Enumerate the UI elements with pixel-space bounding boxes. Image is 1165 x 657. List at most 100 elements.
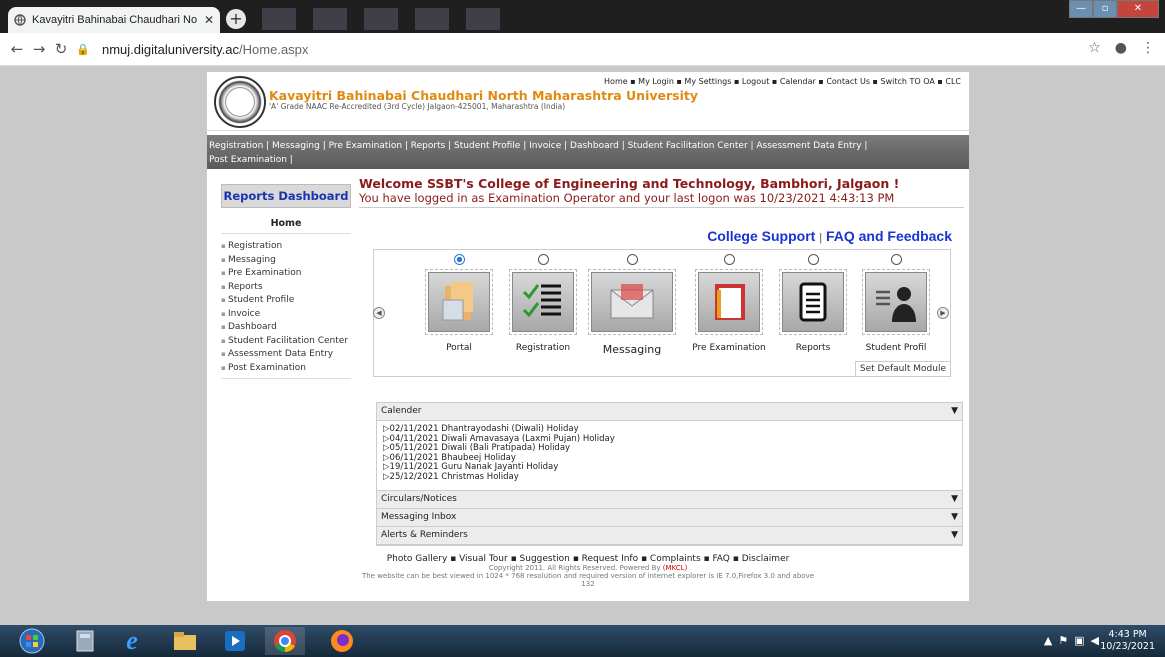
- chrome-icon[interactable]: [265, 627, 305, 655]
- module-carousel: ◀ Portal Registration Messaging Pre Exam…: [373, 249, 951, 377]
- bookmark-star-icon[interactable]: ☆: [1088, 40, 1101, 56]
- menu-kebab-icon[interactable]: ⋮: [1141, 40, 1155, 56]
- site-footer: Photo Gallery ▪ Visual Tour ▪ Suggestion…: [207, 554, 969, 588]
- clock-time: 4:43 PM: [1108, 629, 1147, 640]
- new-tab-button[interactable]: +: [226, 9, 246, 29]
- reload-icon[interactable]: ↻: [50, 40, 72, 58]
- messaging-inbox-header[interactable]: Messaging Inbox: [377, 509, 962, 527]
- user-profile-icon: [865, 272, 927, 332]
- top-links[interactable]: Home ▪ My Login ▪ My Settings ▪ Logout ▪…: [604, 77, 961, 86]
- university-name: Kavayitri Bahinabai Chaudhari North Maha…: [269, 88, 699, 103]
- module-reports[interactable]: Reports: [772, 252, 854, 360]
- calculator-icon[interactable]: [65, 627, 105, 655]
- blurred-region: [466, 8, 500, 30]
- mkcl-link[interactable]: (MKCL): [663, 564, 688, 572]
- set-default-module-button[interactable]: Set Default Module: [854, 361, 950, 376]
- module-label: Reports: [795, 343, 831, 353]
- start-button[interactable]: [12, 627, 52, 655]
- sidebar-item-pre-examination[interactable]: Pre Examination: [221, 267, 351, 281]
- browser-tab-bar: Kavayitri Bahinabai Chaudhari No ✕ + — ▫…: [0, 0, 1165, 33]
- blurred-region: [313, 8, 347, 30]
- back-arrow-icon[interactable]: ←: [6, 40, 28, 58]
- maximize-button[interactable]: ▫: [1093, 0, 1117, 18]
- module-pre-examination[interactable]: Pre Examination: [688, 252, 770, 360]
- blurred-region: [262, 8, 296, 30]
- taskbar-clock[interactable]: 4:43 PM 10/23/2021: [1100, 629, 1155, 653]
- calender-header[interactable]: Calender: [377, 403, 962, 421]
- minimize-button[interactable]: —: [1069, 0, 1093, 18]
- sidebar-item-reports[interactable]: Reports: [221, 281, 351, 295]
- module-label: Messaging: [602, 343, 662, 356]
- menu-line-2[interactable]: Post Examination |: [209, 153, 967, 167]
- carousel-prev-icon[interactable]: ◀: [373, 307, 385, 319]
- module-portal[interactable]: Portal: [418, 252, 500, 360]
- sidebar: Reports Dashboard Home Registration Mess…: [221, 184, 351, 379]
- main-content: Welcome SSBT's College of Engineering an…: [359, 176, 964, 546]
- main-menu-bar[interactable]: Registration | Messaging | Pre Examinati…: [207, 135, 969, 169]
- close-window-button[interactable]: ✕: [1117, 0, 1159, 18]
- divider: [221, 375, 351, 379]
- module-messaging[interactable]: Messaging: [586, 252, 678, 360]
- address-bar[interactable]: nmuj.digitaluniversity.ac/Home.aspx: [102, 42, 308, 57]
- module-radio[interactable]: [537, 254, 549, 265]
- menu-line-1[interactable]: Registration | Messaging | Pre Examinati…: [209, 139, 967, 153]
- document-icon: [782, 272, 844, 332]
- sidebar-links: Registration Messaging Pre Examination R…: [221, 240, 351, 375]
- close-tab-icon[interactable]: ✕: [204, 13, 214, 27]
- separator: |: [819, 232, 823, 244]
- footer-links[interactable]: Photo Gallery ▪ Visual Tour ▪ Suggestion…: [207, 554, 969, 564]
- module-radio[interactable]: [626, 254, 638, 265]
- sidebar-item-dashboard[interactable]: Dashboard: [221, 321, 351, 335]
- sidebar-item-post-examination[interactable]: Post Examination: [221, 362, 351, 376]
- list-item[interactable]: 25/12/2021 Christmas Holiday: [383, 472, 956, 483]
- media-player-icon[interactable]: [215, 627, 255, 655]
- module-radio[interactable]: [453, 254, 465, 265]
- module-student-profile[interactable]: Student Profil: [856, 252, 936, 360]
- sidebar-home-title[interactable]: Home: [221, 218, 351, 234]
- module-radio[interactable]: [807, 254, 819, 265]
- forward-arrow-icon[interactable]: →: [28, 40, 50, 58]
- module-radio[interactable]: [890, 254, 902, 265]
- windows-taskbar: e ▲⚑▣◀ 4:43 PM 10/23/2021: [0, 625, 1165, 657]
- browser-note: The website can be best viewed in 1024 *…: [361, 572, 815, 580]
- sidebar-item-registration[interactable]: Registration: [221, 240, 351, 254]
- sidebar-item-messaging[interactable]: Messaging: [221, 254, 351, 268]
- welcome-message: Welcome SSBT's College of Engineering an…: [359, 176, 900, 191]
- globe-icon: [14, 14, 26, 26]
- module-registration[interactable]: Registration: [502, 252, 584, 360]
- internet-explorer-icon[interactable]: e: [112, 626, 152, 655]
- reports-dashboard-button[interactable]: Reports Dashboard: [221, 184, 351, 208]
- module-label: Portal: [446, 343, 472, 353]
- site-header: Kavayitri Bahinabai Chaudhari North Maha…: [207, 72, 969, 131]
- circulars-header[interactable]: Circulars/Notices: [377, 491, 962, 509]
- module-radio[interactable]: [723, 254, 735, 265]
- browser-tab[interactable]: Kavayitri Bahinabai Chaudhari No ✕: [8, 7, 220, 33]
- checklist-icon: [512, 272, 574, 332]
- calender-list: 02/11/2021 Dhantrayodashi (Diwali) Holid…: [377, 421, 962, 491]
- url-path: /Home.aspx: [239, 41, 309, 57]
- university-seal-logo: [214, 76, 266, 128]
- clock-date: 10/23/2021: [1100, 641, 1155, 652]
- sidebar-item-student-facilitation[interactable]: Student Facilitation Center: [221, 335, 351, 349]
- blurred-region: [415, 8, 449, 30]
- profile-avatar-icon[interactable]: ●: [1115, 40, 1127, 56]
- alerts-header[interactable]: Alerts & Reminders: [377, 527, 962, 545]
- sidebar-item-invoice[interactable]: Invoice: [221, 308, 351, 322]
- support-links: College Support | FAQ and Feedback: [707, 228, 952, 244]
- college-support-link[interactable]: College Support: [707, 228, 815, 244]
- file-explorer-icon[interactable]: [165, 627, 205, 655]
- university-page: Kavayitri Bahinabai Chaudhari North Maha…: [207, 72, 969, 601]
- sidebar-item-student-profile[interactable]: Student Profile: [221, 294, 351, 308]
- blurred-region: [364, 8, 398, 30]
- sidebar-item-assessment[interactable]: Assessment Data Entry: [221, 348, 351, 362]
- module-label: Registration: [515, 343, 571, 353]
- lock-icon[interactable]: 🔒: [72, 43, 94, 56]
- firefox-icon[interactable]: [322, 627, 362, 655]
- window-controls: — ▫ ✕: [1069, 0, 1159, 18]
- faq-feedback-link[interactable]: FAQ and Feedback: [826, 228, 952, 244]
- portal-icon: [428, 272, 490, 332]
- accordion: Calender 02/11/2021 Dhantrayodashi (Diwa…: [376, 402, 963, 546]
- copyright-text: Copyright 2011. All Rights Reserved. Pow…: [488, 564, 661, 572]
- carousel-next-icon[interactable]: ▶: [937, 307, 949, 319]
- system-tray-icons[interactable]: ▲⚑▣◀: [1044, 634, 1105, 647]
